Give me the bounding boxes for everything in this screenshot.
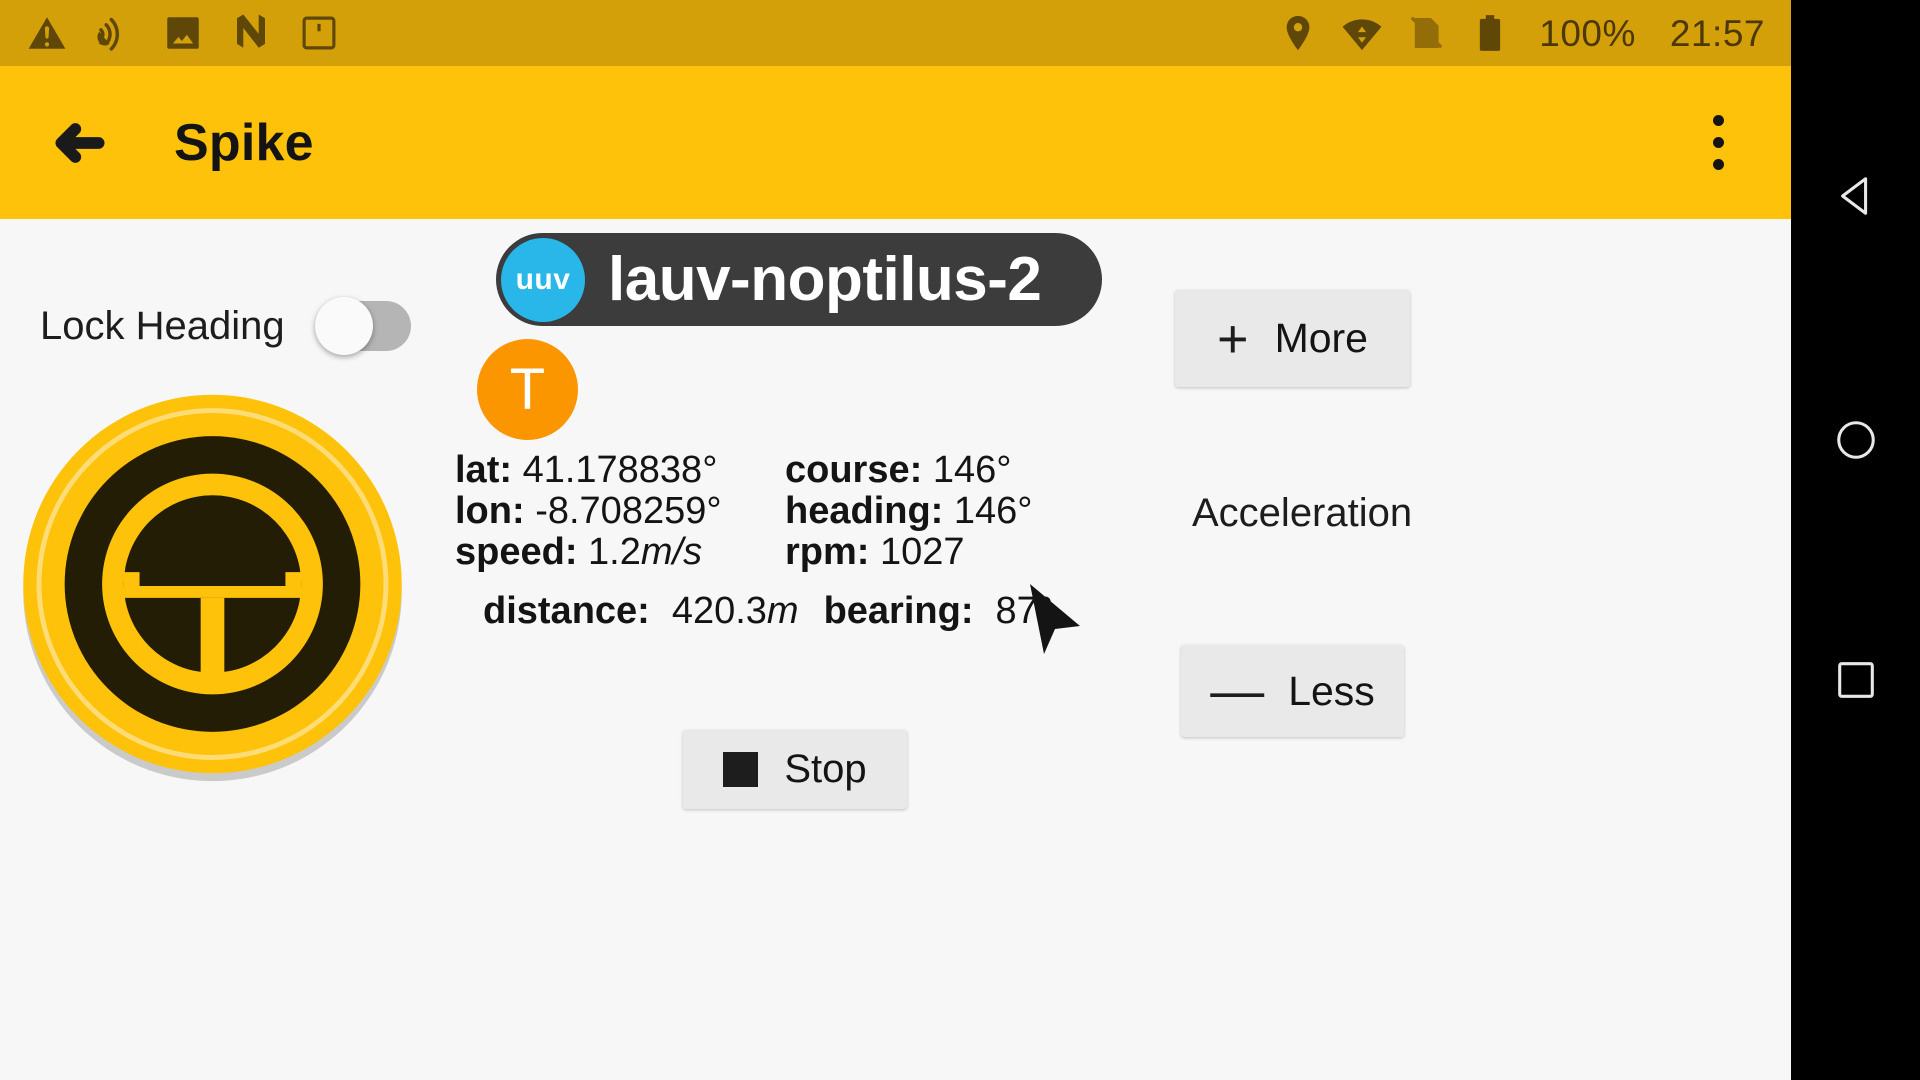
telemetry-heading-value: 146° [953, 490, 1033, 533]
more-button[interactable]: + More [1175, 290, 1410, 387]
telemetry-lon: lon: -8.708259° [455, 492, 785, 531]
nav-back-button[interactable] [1791, 131, 1920, 260]
vehicle-selector-pill[interactable]: uuv lauv-noptilus-2 [496, 233, 1102, 326]
satellite-icon [94, 12, 136, 54]
minus-icon: — [1210, 661, 1265, 721]
telemetry-speed-key: speed: [455, 531, 578, 574]
stop-square-icon [723, 752, 759, 787]
wifi-data-icon [1341, 12, 1383, 54]
lock-heading-toggle[interactable] [314, 297, 411, 355]
signal-off-icon [1405, 12, 1447, 54]
telemetry-lat: lat: 41.178838° [455, 449, 785, 491]
telemetry-distance: distance: 420.3m [483, 590, 799, 633]
screen: 100% 21:57 Spike Lock Heading uuv lauv-n… [0, 0, 1920, 1080]
telemetry-bearing: bearing: 87° [824, 590, 1053, 633]
plan-badge-letter: T [509, 356, 546, 422]
stop-button-label: Stop [784, 747, 867, 791]
app-bar: Spike [0, 66, 1791, 219]
phone-viewport: 100% 21:57 Spike Lock Heading uuv lauv-n… [0, 0, 1791, 1080]
status-bar: 100% 21:57 [0, 0, 1791, 66]
arrow-left-icon [55, 122, 105, 163]
sim-card-icon [298, 12, 340, 54]
telemetry-lon-key: lon: [455, 490, 525, 533]
battery-full-icon [1469, 12, 1511, 54]
less-button-label: Less [1288, 667, 1375, 714]
steering-wheel-icon [23, 394, 402, 782]
telemetry-distance-value: 420.3 [671, 590, 767, 632]
circle-icon [1836, 420, 1875, 459]
acceleration-label: Acceleration [1192, 491, 1413, 535]
telemetry-heading-key: heading: [785, 490, 944, 533]
telemetry-speed: speed: 1.2m/s [455, 533, 785, 572]
plan-badge[interactable]: T [477, 339, 578, 440]
status-bar-right-icons: 100% 21:57 [1277, 12, 1765, 54]
telemetry-course-value: 146° [932, 449, 1012, 491]
warning-icon [26, 12, 68, 54]
telemetry-lon-value: -8.708259° [535, 490, 722, 533]
telemetry-rpm: rpm: 1027 [785, 533, 1095, 572]
status-bar-clock: 21:57 [1669, 12, 1765, 54]
telemetry-speed-value: 1.2 [588, 531, 641, 574]
more-button-label: More [1274, 315, 1368, 361]
telemetry-rpm-key: rpm: [785, 531, 870, 574]
stop-button[interactable]: Stop [683, 730, 907, 809]
telemetry-bearing-key: bearing: [823, 590, 974, 632]
telemetry-lat-value: 41.178838° [522, 449, 718, 491]
telemetry-panel: lat: 41.178838° course: 146° lon: -8.708… [455, 449, 1095, 572]
vehicle-type-label: uuv [515, 262, 571, 296]
location-pin-icon [1277, 12, 1319, 54]
vehicle-type-badge: uuv [501, 237, 585, 322]
triangle-left-icon [1840, 176, 1867, 215]
status-bar-left-icons [26, 12, 340, 54]
telemetry-rpm-value: 1027 [880, 531, 965, 574]
nav-home-button[interactable] [1791, 375, 1920, 504]
neptus-logo-icon [230, 12, 272, 54]
page-title: Spike [174, 113, 314, 172]
telemetry-lat-key: lat: [455, 449, 512, 491]
less-button[interactable]: — Less [1181, 645, 1404, 737]
telemetry-course: course: 146° [785, 449, 1095, 491]
lock-heading-label: Lock Heading [40, 303, 285, 348]
back-button[interactable] [32, 95, 128, 191]
plus-icon: + [1217, 308, 1249, 369]
toggle-knob [314, 297, 373, 355]
telemetry-secondary-row: distance: 420.3m bearing: 87° [483, 590, 1053, 633]
telemetry-course-key: course: [785, 449, 923, 491]
telemetry-distance-key: distance: [483, 590, 650, 632]
nav-recents-button[interactable] [1791, 615, 1920, 744]
battery-percent-label: 100% [1539, 12, 1636, 54]
android-nav-bar [1791, 0, 1920, 1080]
telemetry-distance-unit: m [766, 590, 799, 632]
vehicle-name-label: lauv-noptilus-2 [608, 245, 1042, 314]
image-icon [162, 12, 204, 54]
steering-wheel-control[interactable] [15, 379, 410, 791]
lock-heading-row: Lock Heading [40, 297, 411, 355]
overflow-menu-icon[interactable] [1683, 93, 1753, 193]
main-content: Lock Heading uuv lauv-noptilus-2 T lat: … [0, 219, 1791, 1080]
telemetry-speed-unit: m/s [640, 531, 703, 574]
bearing-arrow-icon [1022, 582, 1084, 658]
telemetry-heading: heading: 146° [785, 492, 1095, 531]
square-icon [1837, 661, 1874, 698]
